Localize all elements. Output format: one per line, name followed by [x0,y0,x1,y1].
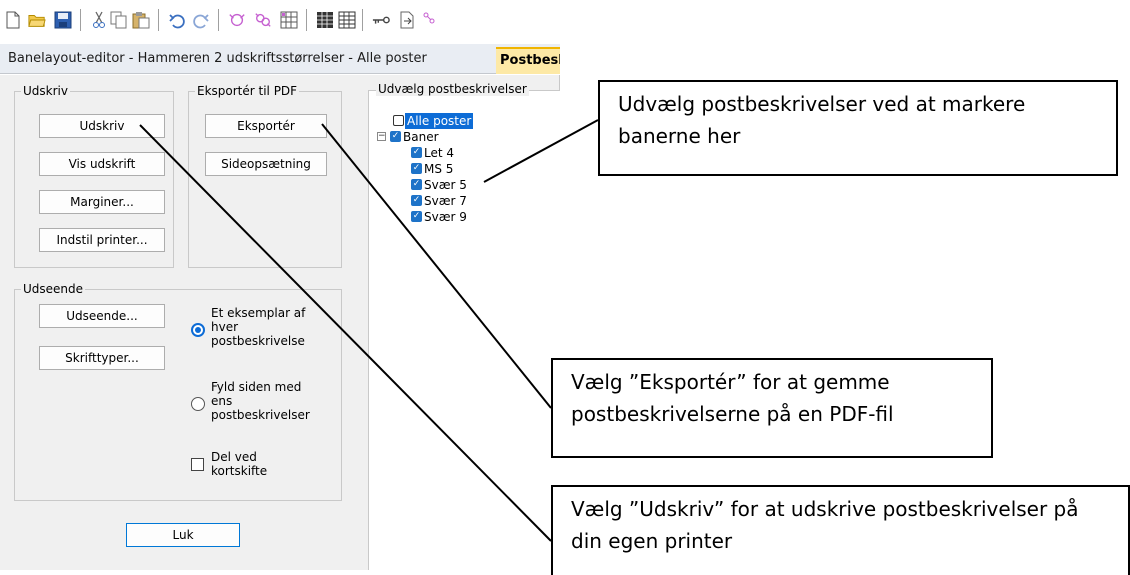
print-hint-callout: Vælg ”Udskriv” for at udskrive postbeskr… [551,485,1130,575]
print-button[interactable]: Udskriv [39,114,165,138]
fill-page-label: Fyld siden med ens postbeskrivelser [211,380,310,422]
cut-icon[interactable] [90,11,108,29]
course-tree: Alle poster − ✓ Baner ✓ Let 4 ✓ MS 5 ✓ S… [368,90,560,570]
export-icon[interactable] [398,11,416,29]
page-setup-button[interactable]: Sideopsætning [205,152,327,176]
tree-legend: Udvælg postbeskrivelser [376,82,529,96]
fonts-button[interactable]: Skrifttyper... [39,346,165,370]
new-file-icon[interactable] [4,11,22,29]
split-by-course-checkbox[interactable] [191,458,204,471]
fill-page-radio[interactable] [191,397,205,411]
margins-button[interactable]: Marginer... [39,190,165,214]
tree-item-label: Let 4 [424,146,455,160]
checkbox-checked-icon[interactable]: ✓ [411,211,422,222]
tree-hint-callout: Udvælg postbeskrivelser ved at markere b… [598,80,1118,176]
appearance-group: Udseende Udseende... Skrifttyper... Et e… [14,282,342,501]
course-icon[interactable] [422,11,440,29]
control-icon[interactable] [228,11,246,29]
split-by-course-label: Del ved kortskifte [211,450,268,478]
export-button[interactable]: Eksportér [205,114,327,138]
appearance-button[interactable]: Udseende... [39,304,165,328]
print-group: Udskriv Udskriv Vis udskrift Marginer...… [14,84,174,268]
toolbar-separator [80,9,81,31]
print-descriptions-dialog: Udskriv Udskriv Vis udskrift Marginer...… [0,75,560,570]
open-folder-icon[interactable] [28,11,46,29]
one-copy-radio[interactable] [191,323,205,337]
toolbar-separator [362,9,363,31]
paste-icon[interactable] [132,11,150,29]
toolbar-separator [218,9,219,31]
toolbar-separator [158,9,159,31]
tree-item-label: MS 5 [424,162,454,176]
controls-icon[interactable] [254,11,272,29]
undo-icon[interactable] [168,11,186,29]
export-pdf-group: Eksportér til PDF Eksportér Sideopsætnin… [188,84,342,268]
export-pdf-group-legend: Eksportér til PDF [195,84,300,98]
toolbar-separator [306,9,307,31]
checkbox-checked-icon[interactable]: ✓ [411,179,422,190]
table-icon[interactable] [316,11,334,29]
checkbox-checked-icon[interactable]: ✓ [411,147,422,158]
document-tab[interactable]: Banelayout-editor - Hammeren 2 udskrifts… [0,44,494,74]
document-tab-strip: Banelayout-editor - Hammeren 2 udskrifts… [0,44,560,74]
tree-item-label: Svær 7 [424,194,467,208]
checkbox-checked-icon[interactable]: ✓ [411,195,422,206]
tree-item-label: Baner [403,130,439,144]
tree-item-label: Svær 5 [424,178,467,192]
print-preview-button[interactable]: Vis udskrift [39,152,165,176]
checkbox-checked-icon[interactable]: ✓ [411,163,422,174]
collapse-icon[interactable]: − [377,132,386,141]
grid-icon[interactable] [280,11,298,29]
one-copy-label: Et eksemplar af hver postbeskrivelse [211,306,306,348]
table-grid-icon[interactable] [338,11,356,29]
tree-checkbox[interactable] [393,115,404,126]
tree-item-label: Alle poster [405,113,474,129]
printer-setup-button[interactable]: Indstil printer... [39,228,165,252]
tree-item-label: Svær 9 [424,210,467,224]
appearance-group-legend: Udseende [21,282,86,296]
export-hint-callout: Vælg ”Eksportér” for at gemme postbeskri… [551,358,993,458]
checkbox-checked-icon[interactable]: ✓ [390,131,401,142]
tab-postbeskrivelser[interactable]: Postbeskrivelser [496,47,560,74]
save-icon[interactable] [54,11,72,29]
close-button[interactable]: Luk [126,523,240,547]
key-icon[interactable] [372,11,390,29]
toolbar [0,0,560,44]
redo-icon[interactable] [192,11,210,29]
print-group-legend: Udskriv [21,84,70,98]
copy-icon[interactable] [110,11,128,29]
